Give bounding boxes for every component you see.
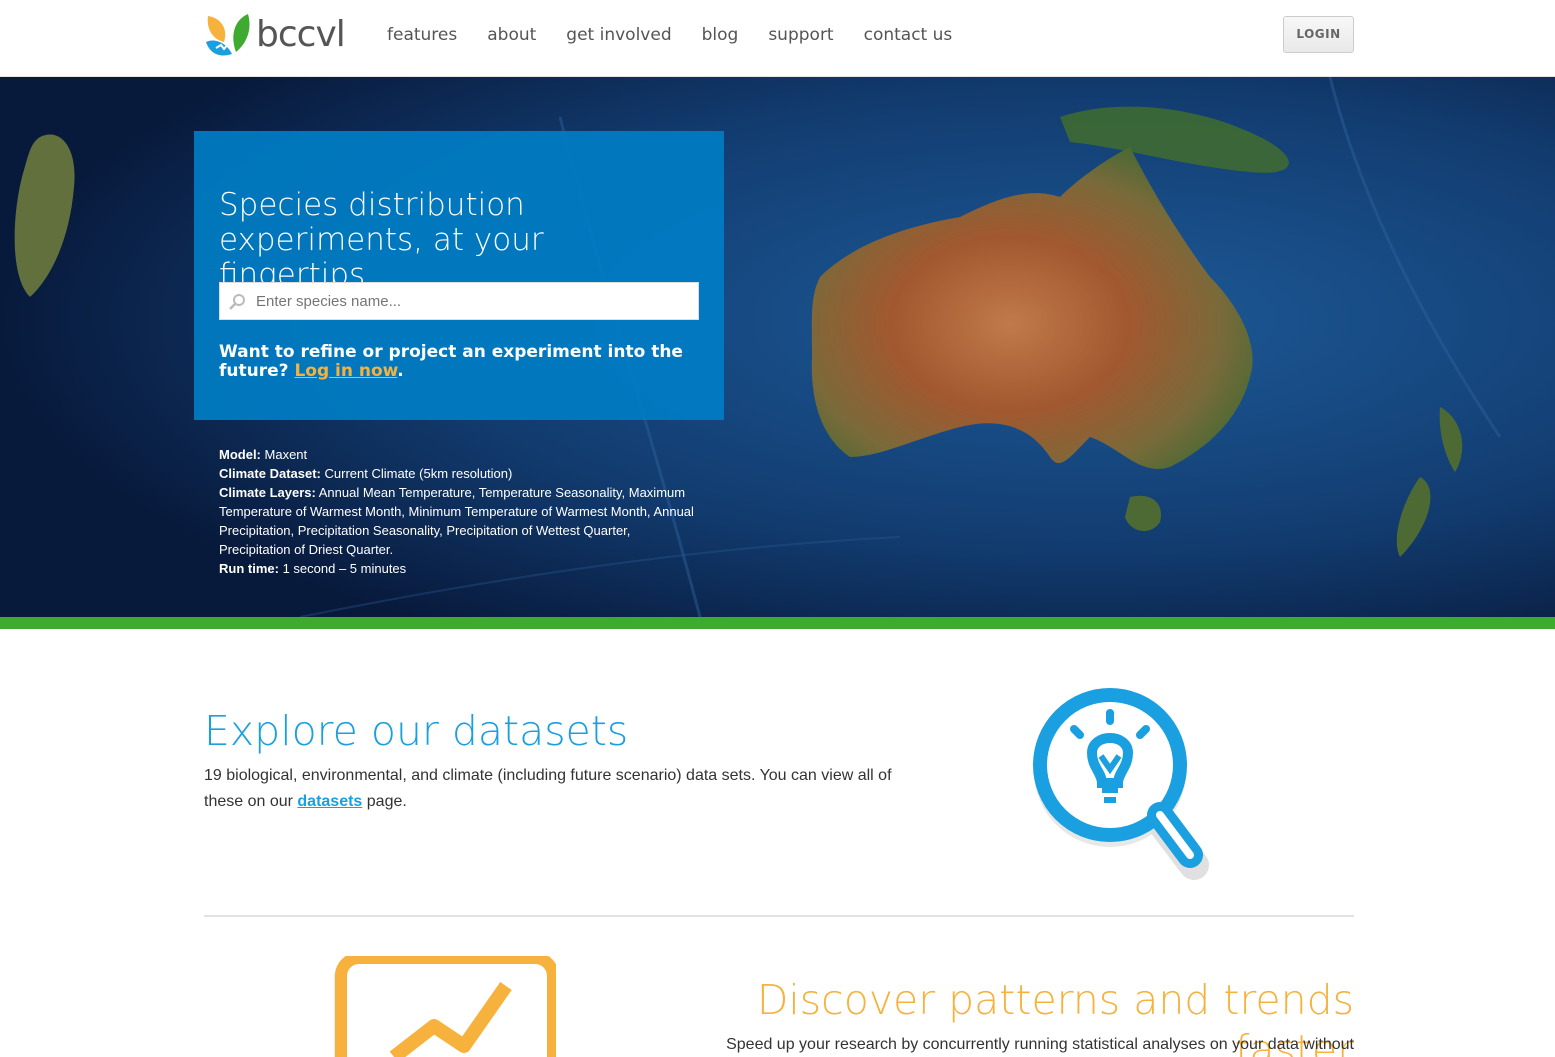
discover-description: Speed up your research by concurrently r… (726, 1036, 1354, 1053)
species-search-input[interactable] (256, 283, 696, 319)
logo-leaf-icon (206, 14, 250, 56)
layers-row: Climate Layers: Annual Mean Temperature,… (219, 483, 704, 559)
search-icon (229, 294, 245, 310)
login-button[interactable]: LOGIN (1283, 16, 1354, 53)
logo-text: bccvl (256, 14, 346, 55)
refine-prompt: Want to refine or project an experiment … (219, 343, 689, 381)
runtime-value: 1 second – 5 minutes (282, 561, 407, 576)
main-nav: features about get involved blog support… (387, 22, 982, 48)
datasets-heading: Explore our datasets (204, 707, 629, 755)
dataset-label: Climate Dataset: (219, 466, 321, 481)
refine-text: Want to refine or project an experiment … (219, 342, 683, 381)
datasets-link[interactable]: datasets (297, 793, 362, 810)
trend-chart-icon (334, 956, 556, 1057)
runtime-label: Run time: (219, 561, 279, 576)
dataset-row: Climate Dataset: Current Climate (5km re… (219, 464, 704, 483)
model-label: Model: (219, 447, 261, 462)
nav-support[interactable]: support (768, 22, 833, 48)
login-link[interactable]: Log in now (294, 361, 397, 381)
species-search[interactable] (219, 282, 699, 320)
datasets-description: 19 biological, environmental, and climat… (204, 763, 894, 815)
experiment-details: Model: Maxent Climate Dataset: Current C… (219, 445, 704, 578)
model-value: Maxent (264, 447, 308, 462)
green-divider-bar (0, 617, 1555, 629)
nav-contact-us[interactable]: contact us (864, 22, 953, 48)
logo[interactable]: bccvl (204, 12, 349, 58)
model-row: Model: Maxent (219, 445, 704, 464)
nav-features[interactable]: features (387, 22, 457, 48)
site-header: bccvl features about get involved blog s… (0, 0, 1555, 77)
section-divider (204, 915, 1354, 917)
lightbulb-magnifier-icon (1033, 688, 1209, 880)
nav-get-involved[interactable]: get involved (566, 22, 671, 48)
nav-about[interactable]: about (487, 22, 536, 48)
hero-title: Species distribution experiments, at you… (219, 187, 544, 293)
dataset-value: Current Climate (5km resolution) (324, 466, 513, 481)
refine-suffix: . (397, 361, 404, 381)
datasets-text-after: page. (366, 793, 407, 810)
nav-blog[interactable]: blog (702, 22, 739, 48)
runtime-row: Run time: 1 second – 5 minutes (219, 559, 704, 578)
layers-label: Climate Layers: (219, 485, 316, 500)
